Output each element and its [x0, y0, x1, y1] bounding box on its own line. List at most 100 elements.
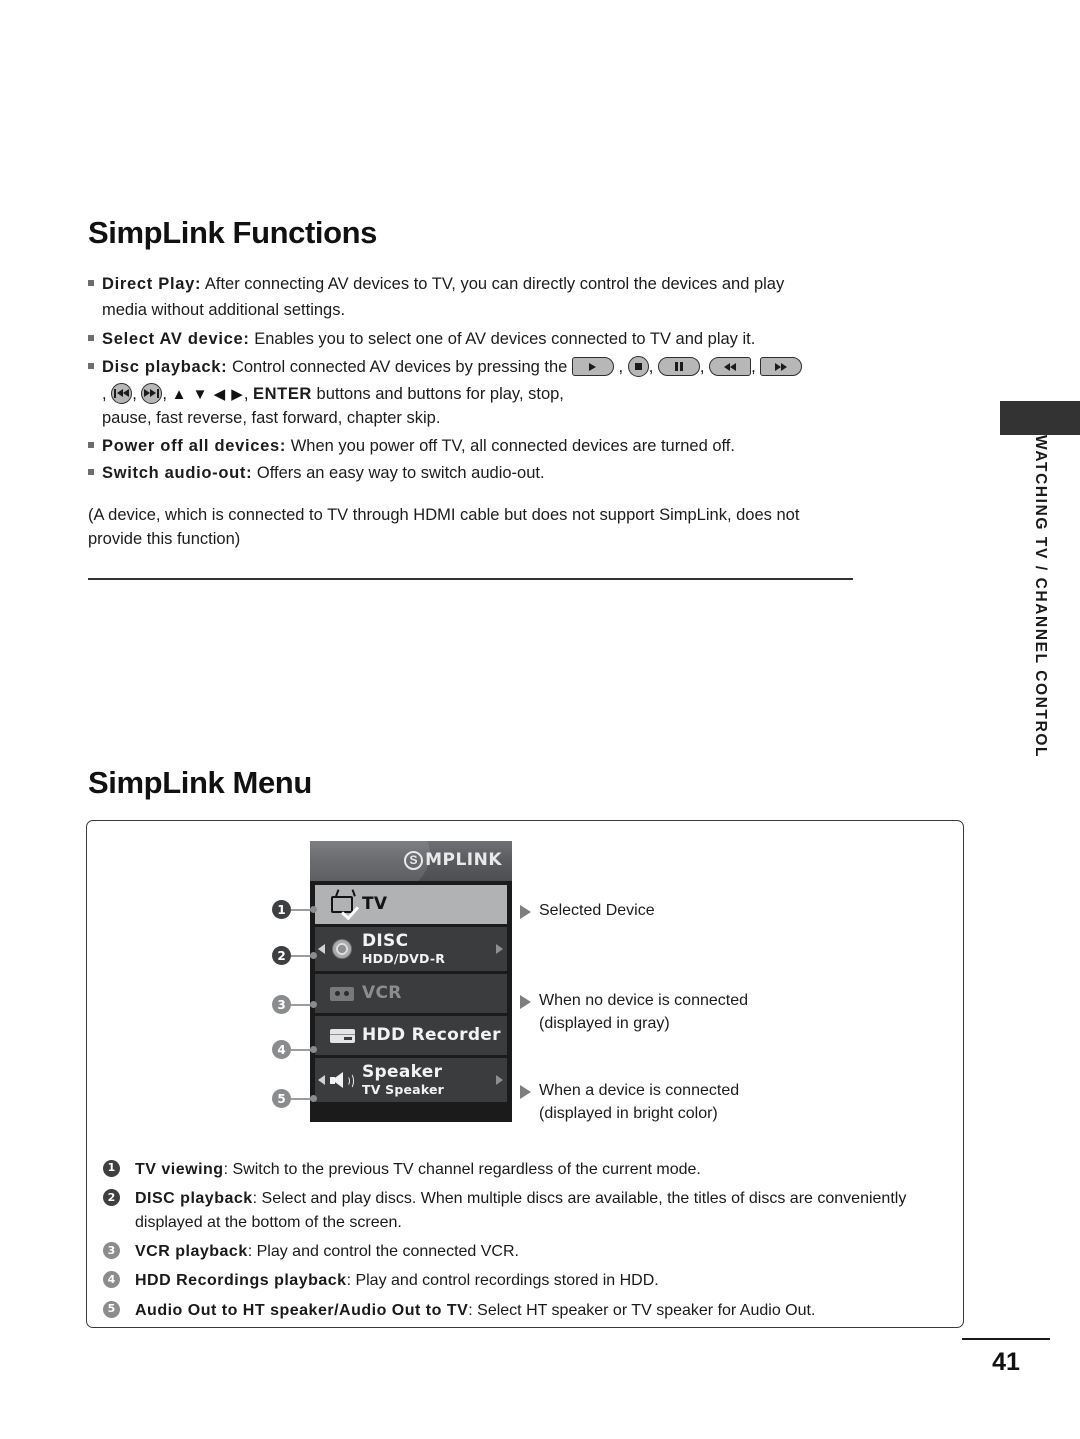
annotation-line1: When a device is connected	[539, 1082, 740, 1099]
description-term: DISC playback	[135, 1190, 253, 1208]
stop-key-icon	[627, 356, 649, 378]
bullet-direct-play-continuation: media without additional settings.	[102, 301, 346, 320]
callout-1: 1	[272, 900, 318, 919]
annotation-line1: When no device is connected	[539, 992, 749, 1009]
description-item-5: 5 Audio Out to HT speaker/Audio Out to T…	[103, 1299, 958, 1322]
bullet-lead: Select AV device:	[102, 329, 250, 348]
osd-row-vcr[interactable]: VCR	[315, 974, 507, 1013]
skip-back-key-icon	[111, 382, 133, 404]
osd-row-sublabel: HDD/DVD-R	[362, 950, 446, 966]
description-item-4: 4 HDD Recordings playback: Play and cont…	[103, 1269, 958, 1292]
description-number: 3	[103, 1242, 120, 1260]
callout-number: 2	[272, 946, 291, 965]
description-number: 5	[103, 1300, 120, 1318]
right-arrow-icon[interactable]	[496, 1075, 503, 1085]
osd-row-label: TV	[362, 893, 388, 914]
callout-number: 4	[272, 1040, 291, 1059]
hdd-recorder-icon	[329, 1028, 355, 1043]
square-bullet-icon	[88, 442, 94, 449]
bullet-disc-playback-continuation: pause, fast reverse, fast forward, chapt…	[102, 409, 441, 428]
callout-number: 1	[272, 900, 291, 919]
bullet-disc-playback-line2: , , , ▲ ▼ ◀ ▶, ENTER buttons and buttons…	[102, 382, 564, 404]
square-bullet-icon	[88, 280, 94, 286]
callout-number: 5	[272, 1089, 291, 1108]
bullet-lead: Power off all devices:	[102, 437, 287, 456]
description-term: Audio Out to HT speaker/Audio Out to TV	[135, 1301, 469, 1319]
section-divider	[88, 578, 853, 580]
description-term: HDD Recordings playback	[135, 1272, 347, 1290]
page-title-simplink-menu: SimpLink Menu	[88, 765, 312, 800]
callout-5: 5	[272, 1089, 318, 1108]
pause-key-icon	[657, 357, 700, 377]
annotation-text: When a device is connected (displayed in…	[539, 1080, 739, 1125]
functions-bullet-list: Direct Play: After connecting AV devices…	[88, 272, 858, 487]
callout-leader-line	[291, 954, 311, 957]
osd-row-label: Speaker	[362, 1062, 443, 1083]
bullet-text: When you power off TV, all connected dev…	[286, 437, 735, 456]
disc-icon	[329, 939, 355, 959]
hdmi-note-paragraph: (A device, which is connected to TV thro…	[88, 506, 800, 549]
osd-header-bar: S MPLINK	[310, 841, 512, 881]
callout-leader-dot	[310, 906, 317, 913]
page-number: 41	[992, 1348, 1020, 1376]
osd-row-sublabel: TV Speaker	[362, 1081, 445, 1097]
simplink-logo: S MPLINK	[404, 850, 502, 870]
simplink-osd-menu: S MPLINK TV DISC HDD/DVD-R VCR HDD Recor…	[310, 841, 512, 1122]
left-arrow-icon[interactable]	[318, 944, 325, 954]
annotation-arrow-icon	[520, 905, 531, 919]
square-bullet-icon	[88, 468, 94, 475]
square-bullet-icon	[88, 334, 94, 341]
bullet-direct-play: Direct Play: After connecting AV devices…	[88, 272, 858, 296]
simplink-logo-word: MPLINK	[425, 850, 502, 870]
annotation-line2: (displayed in gray)	[539, 1014, 670, 1032]
description-item-3: 3 VCR playback: Play and control the con…	[103, 1240, 958, 1263]
callout-2: 2	[272, 946, 318, 965]
description-term: VCR playback	[135, 1243, 248, 1261]
tv-icon	[329, 896, 360, 921]
callout-leader-line	[291, 1003, 311, 1006]
description-text: : Switch to the previous TV channel rega…	[223, 1161, 701, 1178]
description-text: : Select HT speaker or TV speaker for Au…	[468, 1301, 816, 1319]
manual-page: SimpLink Functions Direct Play: After co…	[0, 0, 1080, 1439]
bullet-text: Enables you to select one of AV devices …	[249, 329, 756, 348]
square-bullet-icon	[88, 363, 94, 370]
osd-row-disc[interactable]: DISC HDD/DVD-R	[315, 927, 507, 971]
osd-row-label: DISC	[362, 931, 409, 952]
edge-tab-label: WATCHING TV / CHANNEL CONTROL	[1032, 435, 1049, 759]
bullet-lead: Switch audio-out:	[102, 463, 253, 482]
callout-leader-line	[291, 1048, 311, 1051]
bullet-power-off-all-devices: Power off all devices: When you power of…	[88, 434, 858, 458]
description-item-1: 1 TV viewing: Switch to the previous TV …	[103, 1158, 958, 1181]
annotation-text: Selected Device	[539, 900, 655, 923]
bullet-switch-audio-out: Switch audio-out: Offers an easy way to …	[88, 461, 858, 485]
callout-leader-dot	[310, 1001, 317, 1008]
simplink-logo-mark-icon: S	[404, 850, 424, 870]
description-text: : Play and control recordings stored in …	[346, 1272, 659, 1290]
osd-row-label: HDD Recorder	[362, 1024, 501, 1045]
dpad-arrows-icon: ▲ ▼ ◀ ▶	[171, 385, 244, 403]
speaker-icon	[329, 1072, 355, 1089]
osd-row-label: VCR	[362, 982, 402, 1003]
bullet-select-av-device: Select AV device: Enables you to select …	[88, 327, 858, 351]
description-term: TV viewing	[135, 1161, 224, 1178]
left-arrow-icon[interactable]	[318, 1075, 325, 1085]
bullet-text: After connecting AV devices to TV, you c…	[201, 275, 785, 293]
callout-leader-dot	[310, 1046, 317, 1053]
callout-leader-line	[291, 1097, 311, 1100]
edge-tab-marker	[1000, 401, 1080, 435]
callout-leader-dot	[310, 952, 317, 959]
bullet-text: Offers an easy way to switch audio-out.	[252, 463, 545, 482]
osd-row-speaker[interactable]: Speaker TV Speaker	[315, 1058, 507, 1102]
skip-forward-key-icon	[141, 382, 163, 404]
callout-leader-dot	[310, 1095, 317, 1102]
bullet-text: Control connected AV devices by pressing…	[227, 358, 568, 377]
description-number: 2	[103, 1189, 120, 1207]
rewind-key-icon	[709, 357, 752, 377]
osd-row-hdd-recorder[interactable]: HDD Recorder	[315, 1016, 507, 1055]
annotation-device-connected: When a device is connected (displayed in…	[520, 1080, 850, 1125]
annotation-text: When no device is connected (displayed i…	[539, 990, 748, 1035]
annotation-no-device: When no device is connected (displayed i…	[520, 990, 850, 1035]
menu-description-list: 1 TV viewing: Switch to the previous TV …	[103, 1158, 958, 1328]
osd-row-tv[interactable]: TV	[315, 885, 507, 924]
right-arrow-icon[interactable]	[496, 944, 503, 954]
